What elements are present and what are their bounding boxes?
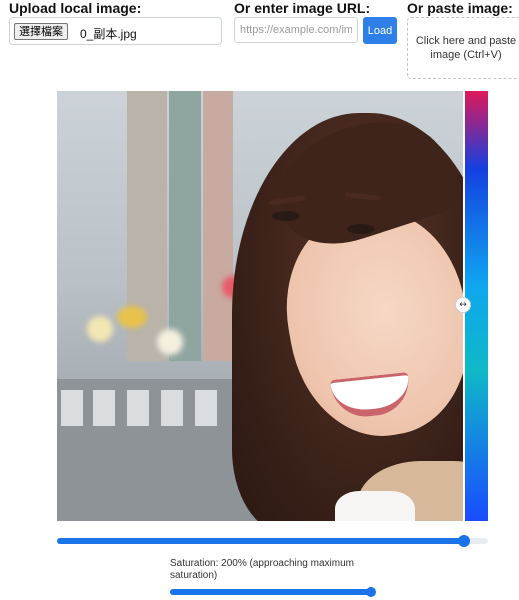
selected-file-name: 0_副本.jpg	[80, 27, 137, 41]
saturation-slider[interactable]	[170, 587, 376, 597]
divider-handle-icon[interactable]: ↔	[455, 297, 471, 313]
choose-file-button[interactable]: 選擇檔案	[14, 23, 68, 40]
file-input[interactable]: 選擇檔案 0_副本.jpg	[9, 17, 222, 45]
saturation-label: Saturation: 200% (approaching maximum sa…	[170, 558, 354, 581]
paste-label: Or paste image:	[407, 0, 513, 16]
comparison-slider-fill	[57, 538, 465, 544]
photo	[57, 91, 488, 521]
image-comparison[interactable]: ↔	[57, 91, 488, 521]
url-label: Or enter image URL:	[234, 0, 371, 16]
upload-label: Upload local image:	[9, 0, 142, 16]
image-url-input[interactable]	[234, 17, 358, 43]
load-button[interactable]: Load	[363, 17, 397, 44]
saturation-slider-thumb[interactable]	[366, 587, 376, 597]
saturation-slider-fill	[170, 589, 371, 595]
paste-instructions: Click here and paste image (Ctrl+V)	[415, 35, 517, 61]
comparison-slider-thumb[interactable]	[458, 535, 471, 547]
comparison-slider[interactable]	[57, 535, 488, 547]
paste-area[interactable]: Click here and paste image (Ctrl+V)	[407, 17, 519, 79]
